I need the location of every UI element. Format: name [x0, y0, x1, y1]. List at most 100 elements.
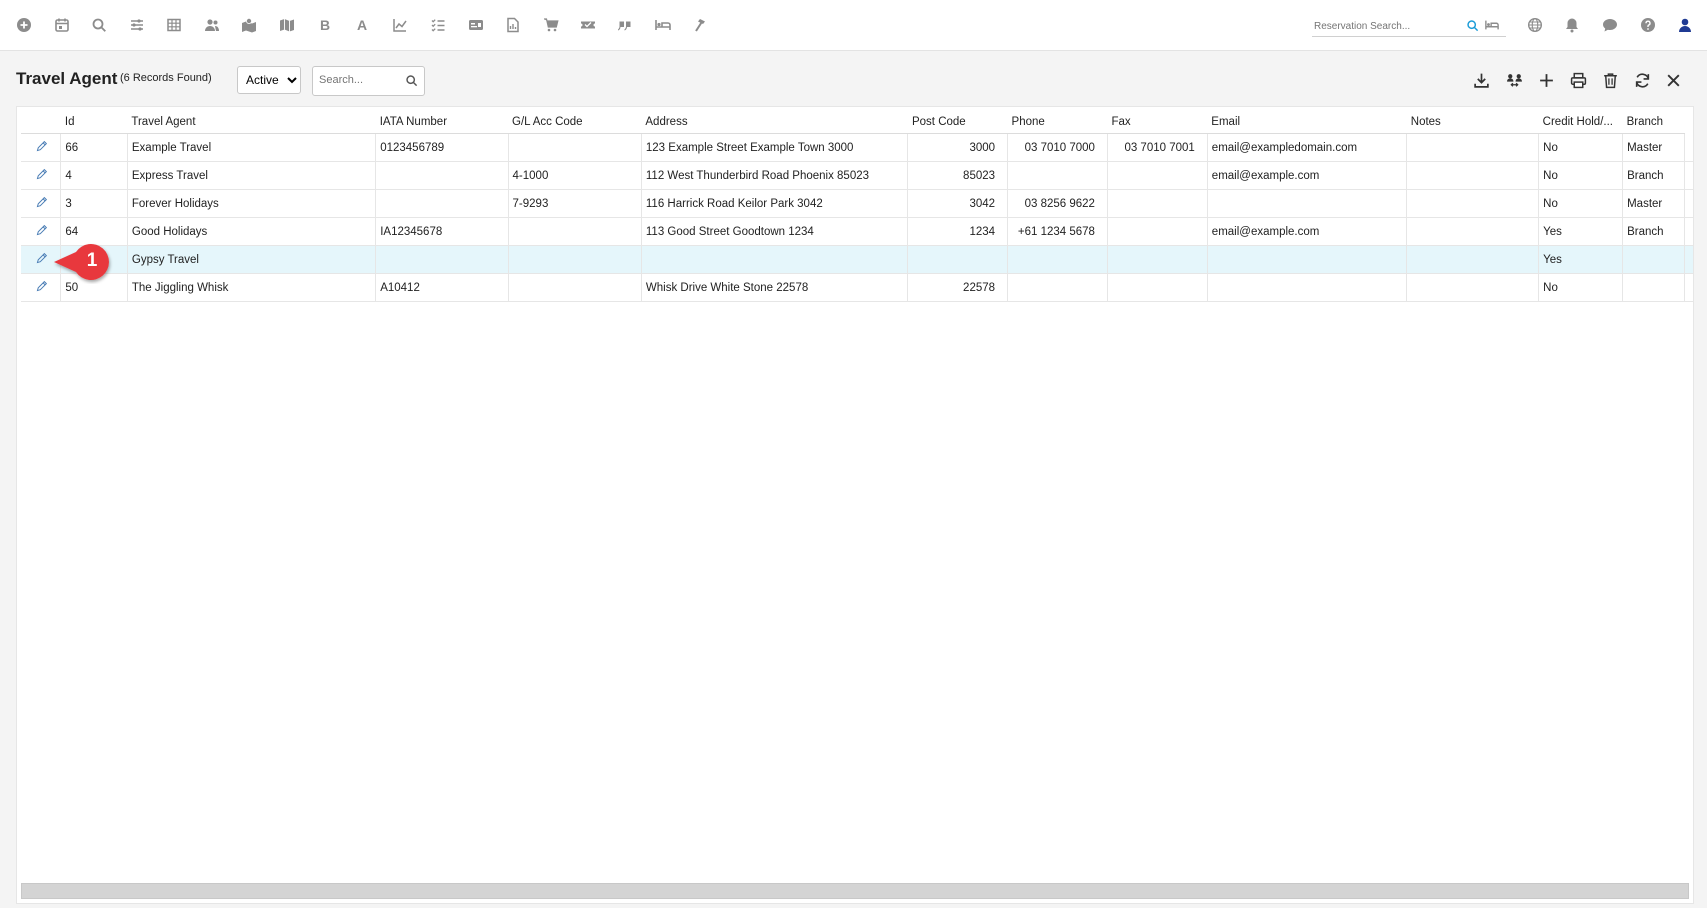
calendar-icon[interactable]: [51, 14, 73, 36]
edit-pencil-icon[interactable]: [33, 167, 49, 183]
edit-cell: [21, 133, 62, 162]
ticket-icon[interactable]: [577, 14, 599, 36]
search-icon[interactable]: [404, 73, 418, 87]
table-row[interactable]: Gypsy Travel Yes: [21, 245, 1693, 274]
user-icon[interactable]: [1674, 14, 1696, 36]
print-button[interactable]: [1566, 68, 1590, 92]
status-filter-select[interactable]: Active: [237, 66, 301, 94]
column-header-email[interactable]: Email: [1207, 111, 1407, 134]
column-header-iata-number[interactable]: IATA Number: [375, 111, 509, 134]
cell-id: 3: [60, 189, 128, 218]
merge-button[interactable]: [1502, 68, 1526, 92]
users-icon[interactable]: [201, 14, 223, 36]
bell-icon[interactable]: [1561, 14, 1583, 36]
globe-icon[interactable]: [1524, 14, 1546, 36]
column-header-gl-acc-code[interactable]: G/L Acc Code: [508, 111, 642, 134]
column-header-address[interactable]: Address: [641, 111, 908, 134]
horizontal-scrollbar[interactable]: [21, 883, 1689, 899]
font-icon[interactable]: A: [351, 14, 373, 36]
cell-fax: [1107, 273, 1208, 302]
chat-icon[interactable]: [1599, 14, 1621, 36]
checklist-icon[interactable]: [427, 14, 449, 36]
edit-pencil-icon[interactable]: [33, 223, 49, 239]
hammer-icon[interactable]: [690, 14, 712, 36]
cell-fax: [1107, 217, 1208, 246]
search-icon[interactable]: [1464, 17, 1480, 33]
column-header-travel-agent[interactable]: Travel Agent: [127, 111, 376, 134]
edit-pencil-icon[interactable]: [33, 251, 49, 267]
download-button[interactable]: [1469, 68, 1493, 92]
cell-travel-agent: Good Holidays: [127, 217, 377, 246]
cell-travel-agent: Example Travel: [127, 133, 377, 162]
table-row[interactable]: 4 Express Travel 4-1000 112 West Thunderbir…: [21, 161, 1693, 190]
map-icon[interactable]: [276, 14, 298, 36]
help-icon[interactable]: [1637, 14, 1659, 36]
grid-icon[interactable]: [163, 14, 185, 36]
quote-icon[interactable]: [615, 14, 637, 36]
column-header-phone[interactable]: Phone: [1007, 111, 1108, 134]
sliders-icon[interactable]: [126, 14, 148, 36]
edit-pencil-icon[interactable]: [33, 195, 49, 211]
cell-email: email@example.com: [1207, 161, 1408, 190]
reservation-search: [1312, 14, 1506, 38]
cell-travel-agent: The Jiggling Whisk: [127, 273, 377, 302]
cell-fax: [1107, 161, 1208, 190]
table-row[interactable]: 64 Good Holidays IA12345678 113 Good Street…: [21, 217, 1693, 246]
bold-icon[interactable]: B: [314, 14, 336, 36]
cell-gl-acc-code: 7-9293: [508, 189, 642, 218]
cell-email: [1207, 189, 1408, 218]
cell-notes: [1406, 273, 1540, 302]
cell-branch: [1622, 245, 1685, 274]
filler-cell: [1684, 273, 1693, 302]
cell-fax: [1107, 189, 1208, 218]
cell-notes: [1406, 245, 1540, 274]
top-navigation-bar: B A: [0, 0, 1707, 51]
add-button[interactable]: [1534, 68, 1558, 92]
cell-branch: Master: [1622, 133, 1685, 162]
cell-email: [1207, 273, 1408, 302]
table-row[interactable]: 66 Example Travel 0123456789 123 Example St…: [21, 133, 1693, 162]
filler-cell: [1684, 217, 1693, 246]
cell-gl-acc-code: [508, 245, 642, 274]
record-count: (6 Records Found): [120, 72, 212, 84]
edit-pencil-icon[interactable]: [33, 139, 49, 155]
add-circle-icon[interactable]: [13, 14, 35, 36]
print-icon: [1570, 72, 1586, 88]
line-chart-icon[interactable]: [389, 14, 411, 36]
reservation-search-input[interactable]: [1312, 15, 1466, 38]
cell-credit-hold: No: [1538, 161, 1624, 190]
records-search-input[interactable]: [313, 67, 409, 93]
column-header-id[interactable]: Id: [60, 111, 128, 134]
column-header-credit-hold[interactable]: Credit Hold/...: [1538, 111, 1623, 134]
column-header-branch[interactable]: Branch: [1622, 111, 1685, 134]
document-icon[interactable]: [502, 14, 524, 36]
cell-gl-acc-code: 4-1000: [508, 161, 642, 190]
column-header-notes[interactable]: Notes: [1406, 111, 1539, 134]
search-icon[interactable]: [88, 14, 110, 36]
edit-pencil-icon[interactable]: [33, 279, 49, 295]
table-row[interactable]: 3 Forever Holidays 7-9293 116 Harrick Road …: [21, 189, 1693, 218]
map-location-icon[interactable]: [238, 14, 260, 36]
column-header-post-code[interactable]: Post Code: [907, 111, 1008, 134]
cell-notes: [1406, 133, 1540, 162]
edit-cell: [21, 189, 62, 218]
cell-iata-number: A10412: [375, 273, 509, 302]
id-card-icon[interactable]: [465, 14, 487, 36]
delete-button[interactable]: [1598, 68, 1622, 92]
bed-icon[interactable]: [652, 14, 674, 36]
close-button[interactable]: [1661, 68, 1685, 92]
bed-icon[interactable]: [1484, 17, 1500, 33]
cell-gl-acc-code: [508, 273, 642, 302]
cell-credit-hold: No: [1538, 189, 1624, 218]
merge-users-icon: [1506, 73, 1522, 87]
cell-branch: Branch: [1622, 217, 1685, 246]
filler-cell: [1684, 161, 1693, 190]
cart-icon[interactable]: [540, 14, 562, 36]
cell-address: 113 Good Street Goodtown 1234: [641, 217, 909, 246]
cell-iata-number: IA12345678: [375, 217, 509, 246]
cell-credit-hold: Yes: [1538, 245, 1624, 274]
table-row[interactable]: 50 The Jiggling Whisk A10412 Whisk Drive Wh…: [21, 273, 1693, 302]
refresh-button[interactable]: [1630, 68, 1654, 92]
column-header-fax[interactable]: Fax: [1107, 111, 1208, 134]
filler-cell: [1684, 189, 1693, 218]
